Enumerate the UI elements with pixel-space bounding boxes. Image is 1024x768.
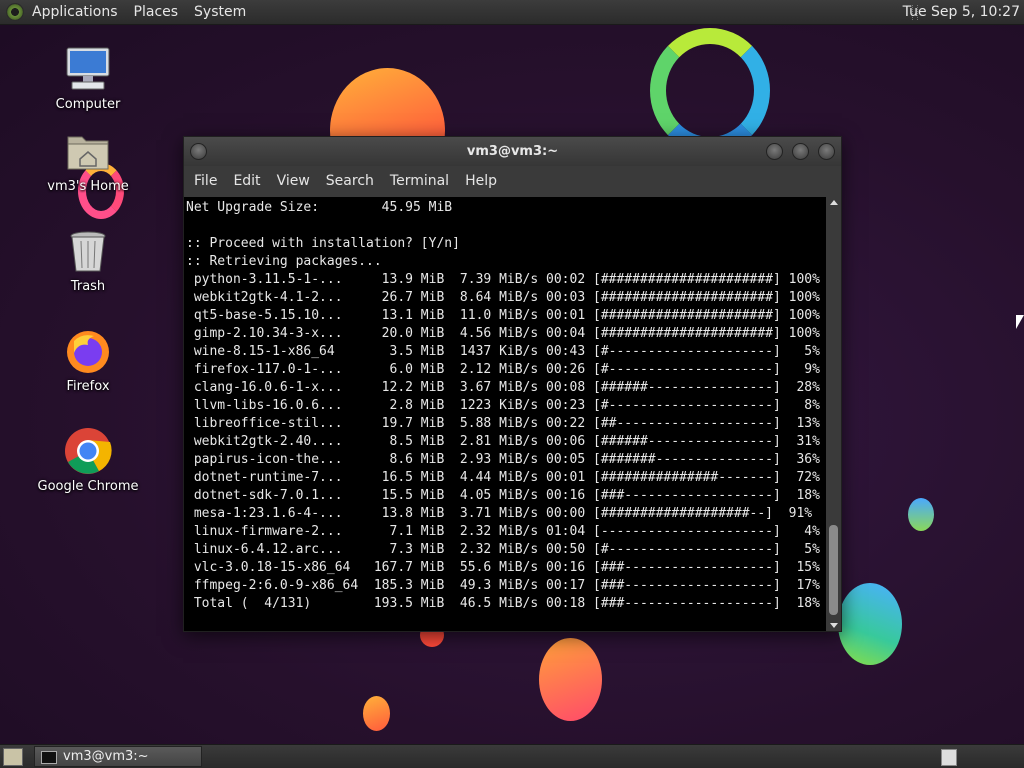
terminal-line: webkit2gtk-4.1-2... 26.7 MiB 8.64 MiB/s … <box>193 290 820 305</box>
minimize-button[interactable] <box>766 143 783 160</box>
desktop-icon-label: Computer <box>55 97 121 112</box>
desktop-icon-label: vm3's Home <box>47 179 129 194</box>
terminal-text: Net Upgrade Size: 45.95 MiB :: Proceed w… <box>184 197 826 613</box>
desktop-icon-trash[interactable]: Trash <box>28 227 148 295</box>
terminal-line: dotnet-runtime-7... 16.5 MiB 4.44 MiB/s … <box>193 470 820 485</box>
top-panel: Applications Places System Tue Sep 5, 10… <box>0 0 1024 25</box>
window-menu-button[interactable] <box>190 143 207 160</box>
bottom-panel: vm3@vm3:~ <box>0 744 1024 768</box>
terminal-line: ffmpeg-2:6.0-9-x86_64 185.3 MiB 49.3 MiB… <box>193 578 820 593</box>
firefox-icon <box>64 327 112 375</box>
terminal-line: libreoffice-stil... 19.7 MiB 5.88 MiB/s … <box>193 416 820 431</box>
terminal-line: Net Upgrade Size: 45.95 MiB <box>186 200 453 215</box>
menu-view[interactable]: View <box>269 166 318 197</box>
desktop-icon-chrome[interactable]: Google Chrome <box>28 427 148 495</box>
wallpaper-orange-bottom-blob <box>539 638 602 721</box>
desktop-icon-firefox[interactable]: Firefox <box>28 327 148 395</box>
menu-edit[interactable]: Edit <box>225 166 268 197</box>
terminal-line: llvm-libs-16.0.6... 2.8 MiB 1223 KiB/s 0… <box>193 398 820 413</box>
terminal-icon <box>41 751 57 764</box>
desktop-icon-label: Trash <box>70 279 106 294</box>
terminal-line: gimp-2.10.34-3-x... 20.0 MiB 4.56 MiB/s … <box>193 326 820 341</box>
desktop-icon-home[interactable]: vm3's Home <box>28 127 148 195</box>
terminal-window[interactable]: vm3@vm3:~ File Edit View Search Terminal… <box>183 136 842 632</box>
terminal-line: papirus-icon-the... 8.6 MiB 2.93 MiB/s 0… <box>193 452 820 467</box>
menu-file[interactable]: File <box>186 166 225 197</box>
terminal-output[interactable]: Net Upgrade Size: 45.95 MiB :: Proceed w… <box>184 197 826 631</box>
terminal-line: linux-firmware-2... 7.1 MiB 2.32 MiB/s 0… <box>193 524 820 539</box>
menu-terminal[interactable]: Terminal <box>382 166 457 197</box>
window-title: vm3@vm3:~ <box>466 144 559 159</box>
menu-search[interactable]: Search <box>318 166 382 197</box>
workspace-switcher[interactable] <box>941 749 957 766</box>
desktop-icon-computer[interactable]: Computer <box>28 45 148 113</box>
wallpaper-blue-blob <box>838 583 902 665</box>
terminal-line: vlc-3.0.18-15-x86_64 167.7 MiB 55.6 MiB/… <box>193 560 820 575</box>
scroll-down-arrow-icon[interactable] <box>830 623 838 628</box>
terminal-line: linux-6.4.12.arc... 7.3 MiB 2.32 MiB/s 0… <box>193 542 820 557</box>
trash-icon <box>64 227 112 275</box>
terminal-line: qt5-base-5.15.10... 13.1 MiB 11.0 MiB/s … <box>193 308 820 323</box>
desktop-icon-label: Google Chrome <box>37 479 139 494</box>
terminal-line: Total ( 4/131) 193.5 MiB 46.5 MiB/s 00:1… <box>193 596 820 611</box>
distro-logo-icon[interactable] <box>6 3 24 21</box>
terminal-line: clang-16.0.6-1-x... 12.2 MiB 3.67 MiB/s … <box>193 380 820 395</box>
wallpaper-tiny-orange-blob <box>363 696 390 731</box>
terminal-line: :: Retrieving packages... <box>186 254 382 269</box>
home-folder-icon <box>64 127 112 175</box>
menu-places[interactable]: Places <box>126 0 187 25</box>
terminal-menubar: File Edit View Search Terminal Help <box>184 166 841 197</box>
scrollbar-thumb[interactable] <box>829 525 838 615</box>
scroll-up-arrow-icon[interactable] <box>830 200 838 205</box>
terminal-line: python-3.11.5-1-... 13.9 MiB 7.39 MiB/s … <box>193 272 820 287</box>
clock[interactable]: Tue Sep 5, 10:27 <box>903 0 1020 25</box>
window-titlebar[interactable]: vm3@vm3:~ <box>184 137 841 166</box>
desktop-icon-label: Firefox <box>66 379 110 394</box>
menu-applications[interactable]: Applications <box>24 0 126 25</box>
terminal-line: wine-8.15-1-x86_64 3.5 MiB 1437 KiB/s 00… <box>193 344 820 359</box>
taskbar-button-terminal[interactable]: vm3@vm3:~ <box>34 746 202 767</box>
terminal-line: mesa-1:23.1.6-4-... 13.8 MiB 3.71 MiB/s … <box>193 506 813 521</box>
wallpaper-small-blue-blob <box>908 498 934 531</box>
menu-system[interactable]: System <box>186 0 254 25</box>
show-desktop-icon[interactable] <box>3 748 23 766</box>
maximize-button[interactable] <box>792 143 809 160</box>
computer-icon <box>64 45 112 93</box>
terminal-scrollbar[interactable] <box>826 197 841 631</box>
terminal-line: :: Proceed with installation? [Y/n] <box>186 236 460 251</box>
terminal-line: webkit2gtk-2.40.... 8.5 MiB 2.81 MiB/s 0… <box>193 434 820 449</box>
wallpaper-green-ring <box>650 28 770 153</box>
chrome-icon <box>64 427 112 475</box>
mouse-cursor-icon <box>1016 315 1024 329</box>
terminal-line: dotnet-sdk-7.0.1... 15.5 MiB 4.05 MiB/s … <box>193 488 820 503</box>
close-button[interactable] <box>818 143 835 160</box>
terminal-line: firefox-117.0-1-... 6.0 MiB 2.12 MiB/s 0… <box>193 362 820 377</box>
menu-help[interactable]: Help <box>457 166 505 197</box>
taskbar-label: vm3@vm3:~ <box>63 749 149 764</box>
